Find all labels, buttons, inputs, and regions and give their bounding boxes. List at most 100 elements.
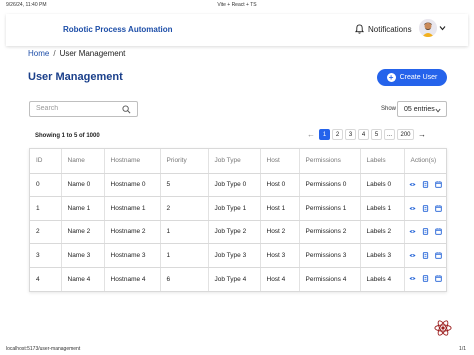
breadcrumb-home[interactable]: Home — [28, 49, 49, 58]
cell-labels: Labels 1 — [360, 196, 405, 221]
table-row: 3 Name 3 Hostname 3 1 Job Type 3 Host 3 … — [30, 243, 446, 268]
cell-permissions: Permissions 0 — [299, 173, 361, 197]
cell-hostname: Hostname 3 — [104, 243, 161, 268]
cell-priority: 5 — [160, 173, 209, 197]
cell-host: Host 4 — [260, 267, 300, 291]
view-icon[interactable] — [409, 275, 416, 282]
cell-actions — [404, 243, 446, 268]
cell-actions — [404, 173, 446, 197]
print-page-number: 1/1 — [459, 346, 466, 352]
breadcrumb-separator: / — [53, 49, 56, 58]
search-input[interactable] — [36, 105, 116, 112]
delete-icon[interactable] — [434, 204, 442, 212]
page-button-5[interactable]: 5 — [371, 129, 382, 140]
delete-icon[interactable] — [434, 251, 442, 259]
navbar: Robotic Process Automation Notifications — [6, 14, 468, 46]
cell-priority: 6 — [160, 267, 209, 291]
column-header-host: Host — [260, 149, 300, 174]
cell-name: Name 3 — [61, 243, 105, 268]
entries-select-value: 05 entries — [404, 106, 435, 113]
view-icon[interactable] — [409, 252, 416, 259]
search-icon[interactable] — [122, 105, 131, 114]
column-header-actions: Action(s) — [404, 149, 446, 174]
print-title: Vite + React + TS — [217, 2, 257, 8]
brand-name[interactable]: Robotic Process Automation — [63, 25, 173, 34]
cell-job-type: Job Type 3 — [208, 243, 261, 268]
next-page-arrow-icon[interactable]: → — [416, 129, 429, 140]
column-header-priority: Priority — [160, 149, 209, 174]
cell-hostname: Hostname 4 — [104, 267, 161, 291]
cell-host: Host 1 — [260, 196, 300, 221]
cell-job-type: Job Type 4 — [208, 267, 261, 291]
column-header-name: Name — [61, 149, 105, 174]
cell-hostname: Hostname 2 — [104, 220, 161, 244]
cell-labels: Labels 3 — [360, 243, 405, 268]
cell-permissions: Permissions 4 — [299, 267, 361, 291]
page-button-1[interactable]: 1 — [319, 129, 330, 140]
view-icon[interactable] — [409, 228, 416, 235]
edit-icon[interactable] — [422, 228, 429, 235]
page-button-4[interactable]: 4 — [358, 129, 369, 140]
page-button-200[interactable]: 200 — [397, 129, 415, 140]
notifications-button[interactable]: Notifications — [355, 24, 412, 34]
page-button-3[interactable]: 3 — [345, 129, 356, 140]
cell-permissions: Permissions 2 — [299, 220, 361, 244]
cell-id: 0 — [30, 173, 62, 197]
avatar[interactable] — [419, 19, 437, 37]
view-icon[interactable] — [409, 181, 416, 188]
pagination: ← 1 2 3 4 5 ... 200 → — [305, 129, 429, 140]
cell-hostname: Hostname 0 — [104, 173, 161, 197]
notifications-label: Notifications — [368, 24, 412, 34]
cell-name: Name 1 — [61, 196, 105, 221]
cell-id: 4 — [30, 267, 62, 291]
table-header-row: ID Name Hostname Priority Job Type Host … — [30, 149, 446, 174]
cell-host: Host 0 — [260, 173, 300, 197]
cell-host: Host 2 — [260, 220, 300, 244]
print-url: localhost:5173/user-management — [6, 346, 81, 352]
search-box[interactable] — [29, 101, 138, 117]
cell-job-type: Job Type 2 — [208, 220, 261, 244]
pagination-summary: Showing 1 to 5 of 1000 — [35, 133, 100, 139]
cell-permissions: Permissions 3 — [299, 243, 361, 268]
view-icon[interactable] — [409, 205, 416, 212]
table-row: 0 Name 0 Hostname 0 5 Job Type 0 Host 0 … — [30, 173, 446, 197]
cell-priority: 2 — [160, 196, 209, 221]
page-button-2[interactable]: 2 — [332, 129, 343, 140]
edit-icon[interactable] — [422, 275, 429, 283]
edit-icon[interactable] — [422, 204, 429, 212]
entries-select[interactable]: 05 entries — [397, 101, 447, 117]
cell-actions — [404, 220, 446, 244]
avatar-image — [419, 19, 437, 37]
column-header-permissions: Permissions — [299, 149, 361, 174]
cell-actions — [404, 267, 446, 291]
edit-icon[interactable] — [422, 251, 429, 259]
cell-name: Name 2 — [61, 220, 105, 244]
delete-icon[interactable] — [434, 228, 442, 235]
column-header-job-type: Job Type — [208, 149, 261, 174]
page-title: User Management — [28, 71, 123, 83]
breadcrumb: Home / User Management — [28, 49, 125, 58]
column-header-id: ID — [30, 149, 62, 174]
cell-actions — [404, 196, 446, 221]
prev-page-arrow-icon[interactable]: ← — [305, 129, 317, 140]
cell-priority: 1 — [160, 243, 209, 268]
chevron-down-icon — [435, 108, 441, 113]
cell-id: 2 — [30, 220, 62, 244]
edit-icon[interactable] — [422, 181, 429, 188]
page-ellipsis: ... — [384, 129, 396, 140]
delete-icon[interactable] — [434, 275, 442, 283]
cell-host: Host 3 — [260, 243, 300, 268]
cell-labels: Labels 0 — [360, 173, 405, 197]
chevron-down-icon[interactable] — [439, 25, 446, 31]
cell-labels: Labels 4 — [360, 267, 405, 291]
create-user-button[interactable]: + Create User — [377, 69, 447, 86]
table-row: 2 Name 2 Hostname 2 1 Job Type 2 Host 2 … — [30, 220, 446, 244]
bell-icon — [355, 24, 364, 34]
print-header: 9/26/24, 11:40 PM Vite + React + TS — [0, 2, 474, 10]
breadcrumb-current: User Management — [59, 49, 126, 58]
cell-id: 1 — [30, 196, 62, 221]
show-label: Show — [381, 106, 397, 112]
cell-id: 3 — [30, 243, 62, 268]
plus-icon: + — [386, 73, 396, 82]
delete-icon[interactable] — [434, 181, 442, 188]
